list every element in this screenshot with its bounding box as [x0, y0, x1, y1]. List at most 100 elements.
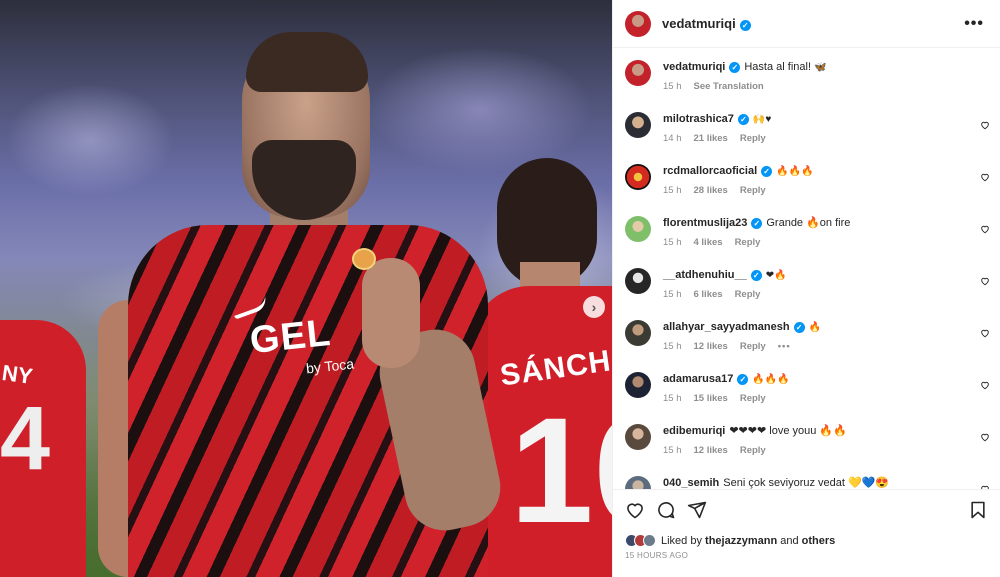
comment-item: __atdhenuhiu__ ✓ ❤🔥 15 h 6 likes Reply	[625, 268, 990, 300]
comment-time: 15 h	[663, 341, 682, 352]
verified-badge-icon: ✓	[739, 20, 751, 31]
verified-badge-icon: ✓	[761, 166, 773, 177]
avatar[interactable]	[625, 476, 651, 489]
avatar[interactable]	[625, 60, 651, 86]
verified-badge-icon: ✓	[751, 218, 763, 229]
comment-likes[interactable]: 28 likes	[694, 185, 728, 196]
caption-text: Hasta al final!	[744, 61, 812, 73]
comment-username[interactable]: edibemuriqi	[663, 425, 725, 437]
reply-button[interactable]: Reply	[735, 289, 761, 300]
heart-icon[interactable]	[980, 380, 990, 390]
comment-likes[interactable]: 6 likes	[694, 289, 723, 300]
post-header: vedatmuriqi ✓ •••	[613, 0, 1000, 48]
butterfly-emoji: 🦋	[814, 62, 827, 73]
caption-time: 15 h	[663, 81, 682, 92]
verified-badge-icon: ✓	[729, 62, 741, 73]
comment-text: 🙌♥	[752, 114, 772, 125]
comment-username[interactable]: milotrashica7 ✓	[663, 113, 749, 125]
verified-badge-icon: ✓	[737, 374, 749, 385]
avatar[interactable]	[625, 372, 651, 398]
reply-button[interactable]: Reply	[740, 393, 766, 404]
reply-button[interactable]: Reply	[740, 445, 766, 456]
comment-text: 🔥🔥🔥	[752, 374, 790, 385]
avatar[interactable]	[625, 320, 651, 346]
liked-by-joiner: and	[780, 534, 799, 547]
left-player-number: 4	[0, 389, 51, 489]
comment-item: edibemuriqi ❤❤❤❤ love youu 🔥🔥 15 h 12 like…	[625, 424, 990, 456]
comment-options-icon[interactable]: •••	[778, 341, 791, 352]
comment-item: 040_semih Seni çok seviyoruz vedat 💛💙😍	[625, 476, 990, 489]
comment-text: Seni çok seviyoruz vedat 💛💙😍	[723, 477, 890, 489]
left-player-name: NY	[0, 359, 35, 390]
comments-list[interactable]: vedatmuriqi ✓ Hasta al final! 🦋 15 h See Tr…	[613, 48, 1000, 489]
comment-username[interactable]: __atdhenuhiu__ ✓	[663, 269, 762, 281]
caption: vedatmuriqi ✓ Hasta al final! 🦋 15 h See Tr…	[625, 60, 990, 92]
comment-time: 15 h	[663, 185, 682, 196]
chevron-right-icon[interactable]: ›	[583, 296, 605, 318]
comment-text: Grande 🔥on fire	[766, 217, 851, 229]
heart-icon[interactable]	[980, 120, 990, 130]
comment-username[interactable]: florentmuslija23 ✓	[663, 217, 763, 229]
heart-icon[interactable]	[980, 224, 990, 234]
comment-likes[interactable]: 4 likes	[694, 237, 723, 248]
comment-likes[interactable]: 12 likes	[694, 445, 728, 456]
kit-sponsor: GEL	[247, 311, 334, 363]
comment-item: adamarusa17 ✓ 🔥🔥🔥 15 h 15 likes Reply	[625, 372, 990, 404]
comment-time: 14 h	[663, 133, 682, 144]
comment-item: allahyar_sayyadmanesh ✓ 🔥 15 h 12 likes Repl…	[625, 320, 990, 352]
comment-username[interactable]: rcdmallorcaoficial ✓	[663, 165, 773, 177]
comment-username[interactable]: allahyar_sayyadmanesh ✓	[663, 321, 805, 333]
liked-by-others[interactable]: others	[802, 535, 836, 547]
heart-icon[interactable]	[980, 172, 990, 182]
action-row	[625, 500, 988, 522]
paper-plane-icon[interactable]	[687, 500, 707, 520]
post-panel: vedatmuriqi ✓ ••• vedatmuriqi ✓ Hasta al fi…	[612, 0, 1000, 577]
back-player-number: 10	[510, 386, 612, 554]
bookmark-icon[interactable]	[968, 500, 988, 520]
avatar[interactable]	[625, 268, 651, 294]
comment-time: 15 h	[663, 393, 682, 404]
likes-summary[interactable]: Liked by thejazzymann and others	[625, 534, 835, 547]
comment-likes[interactable]: 15 likes	[694, 393, 728, 404]
heart-icon[interactable]	[980, 276, 990, 286]
comment-username[interactable]: 040_semih	[663, 477, 719, 489]
avatar[interactable]	[625, 10, 651, 37]
comment-likes[interactable]: 12 likes	[694, 341, 728, 352]
post-actions: Liked by thejazzymann and others 15 HOUR…	[613, 489, 1000, 577]
comment-text: 🔥🔥🔥	[776, 166, 814, 177]
heart-icon[interactable]	[980, 328, 990, 338]
verified-badge-icon: ✓	[750, 270, 762, 281]
comment-item: florentmuslija23 ✓ Grande 🔥on fire 15 h 4 l…	[625, 216, 990, 248]
reply-button[interactable]: Reply	[735, 237, 761, 248]
avatar[interactable]	[625, 216, 651, 242]
liked-by-user[interactable]: thejazzymann	[705, 535, 777, 547]
reply-button[interactable]: Reply	[740, 185, 766, 196]
verified-badge-icon: ✓	[793, 322, 805, 333]
avatar[interactable]	[625, 164, 651, 190]
comment-likes[interactable]: 21 likes	[694, 133, 728, 144]
reply-button[interactable]: Reply	[740, 341, 766, 352]
heart-icon[interactable]	[625, 500, 645, 520]
post-timestamp: 15 HOURS AGO	[625, 551, 689, 560]
club-crest-icon	[352, 248, 376, 270]
post-image[interactable]: NY 4 SÁNCH 10 GEL by Toca ›	[0, 0, 612, 577]
liked-by-prefix: Liked by	[661, 534, 702, 547]
verified-badge-icon: ✓	[737, 114, 749, 125]
more-dots-icon[interactable]: •••	[960, 15, 988, 33]
comment-icon[interactable]	[656, 500, 676, 520]
see-translation-link[interactable]: See Translation	[694, 81, 764, 92]
avatar	[643, 534, 656, 547]
avatar[interactable]	[625, 112, 651, 138]
comment-item: rcdmallorcaoficial ✓ 🔥🔥🔥 15 h 28 likes Reply	[625, 164, 990, 196]
comment-username[interactable]: adamarusa17 ✓	[663, 373, 749, 385]
reply-button[interactable]: Reply	[740, 133, 766, 144]
comment-time: 15 h	[663, 445, 682, 456]
heart-icon[interactable]	[980, 432, 990, 442]
comment-time: 15 h	[663, 289, 682, 300]
author-username[interactable]: vedatmuriqi ✓	[662, 16, 751, 31]
comment-item: milotrashica7 ✓ 🙌♥ 14 h 21 likes Reply	[625, 112, 990, 144]
caption-username[interactable]: vedatmuriqi ✓	[663, 61, 741, 73]
comment-text: 🔥	[808, 322, 822, 333]
comment-text: ❤❤❤❤ love youu 🔥🔥	[729, 425, 847, 437]
avatar[interactable]	[625, 424, 651, 450]
